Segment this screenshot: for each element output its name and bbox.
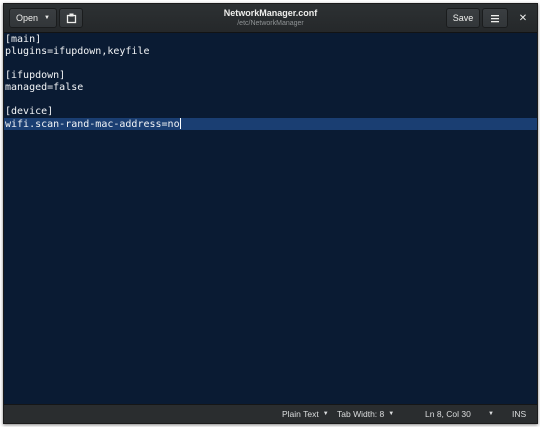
insert-mode-label: INS bbox=[512, 409, 527, 419]
new-document-button[interactable] bbox=[59, 8, 83, 28]
editor-line[interactable]: plugins=ifupdown,keyfile bbox=[4, 46, 537, 58]
save-button-label: Save bbox=[452, 13, 474, 23]
editor-line[interactable]: managed=false bbox=[4, 82, 537, 94]
language-label: Plain Text bbox=[282, 409, 319, 419]
chevron-down-icon[interactable]: ▼ bbox=[488, 405, 494, 423]
current-line-text: wifi.scan-rand-mac-address=no bbox=[5, 119, 180, 130]
editor-line[interactable] bbox=[4, 58, 537, 70]
chevron-down-icon: ▼ bbox=[388, 411, 395, 417]
text-cursor bbox=[179, 118, 181, 129]
insert-mode-indicator: INS bbox=[512, 405, 527, 423]
cursor-position[interactable]: Ln 8, Col 30 bbox=[425, 405, 471, 423]
language-selector[interactable]: Plain Text ▼ bbox=[282, 405, 329, 423]
new-document-icon bbox=[66, 13, 77, 24]
tab-width-label: Tab Width: 8 bbox=[337, 409, 385, 419]
editor-line[interactable] bbox=[4, 94, 537, 106]
cursor-position-label: Ln 8, Col 30 bbox=[425, 409, 471, 419]
menu-button[interactable] bbox=[482, 8, 508, 28]
chevron-down-icon: ▼ bbox=[44, 15, 50, 21]
window-title: NetworkManager.conf bbox=[223, 8, 318, 18]
tab-width-selector[interactable]: Tab Width: 8 ▼ bbox=[337, 405, 395, 423]
window-subtitle: /etc/NetworkManager bbox=[237, 20, 304, 27]
save-button[interactable]: Save bbox=[446, 8, 480, 28]
status-bar: Plain Text ▼ Tab Width: 8 ▼ Ln 8, Col 30… bbox=[4, 404, 537, 423]
editor-lines: [main] plugins=ifupdown,keyfile [ifupdow… bbox=[4, 33, 537, 130]
editor-line[interactable]: [main] bbox=[4, 34, 537, 46]
text-editor-area[interactable]: [main] plugins=ifupdown,keyfile [ifupdow… bbox=[4, 33, 537, 404]
title-block: NetworkManager.conf /etc/NetworkManager bbox=[154, 7, 387, 28]
open-button-label: Open bbox=[16, 13, 39, 23]
header-bar: Open ▼ NetworkManager.conf /etc/NetworkM… bbox=[4, 4, 537, 33]
chevron-down-icon: ▼ bbox=[322, 411, 329, 417]
close-button[interactable]: ✕ bbox=[512, 8, 534, 28]
current-editor-line[interactable]: wifi.scan-rand-mac-address=no bbox=[4, 118, 537, 130]
editor-line[interactable]: [device] bbox=[4, 106, 537, 118]
gedit-window: Open ▼ NetworkManager.conf /etc/NetworkM… bbox=[3, 3, 538, 424]
hamburger-menu-icon bbox=[490, 14, 500, 23]
editor-line[interactable]: [ifupdown] bbox=[4, 70, 537, 82]
close-icon: ✕ bbox=[518, 12, 528, 24]
open-button[interactable]: Open ▼ bbox=[9, 8, 57, 28]
